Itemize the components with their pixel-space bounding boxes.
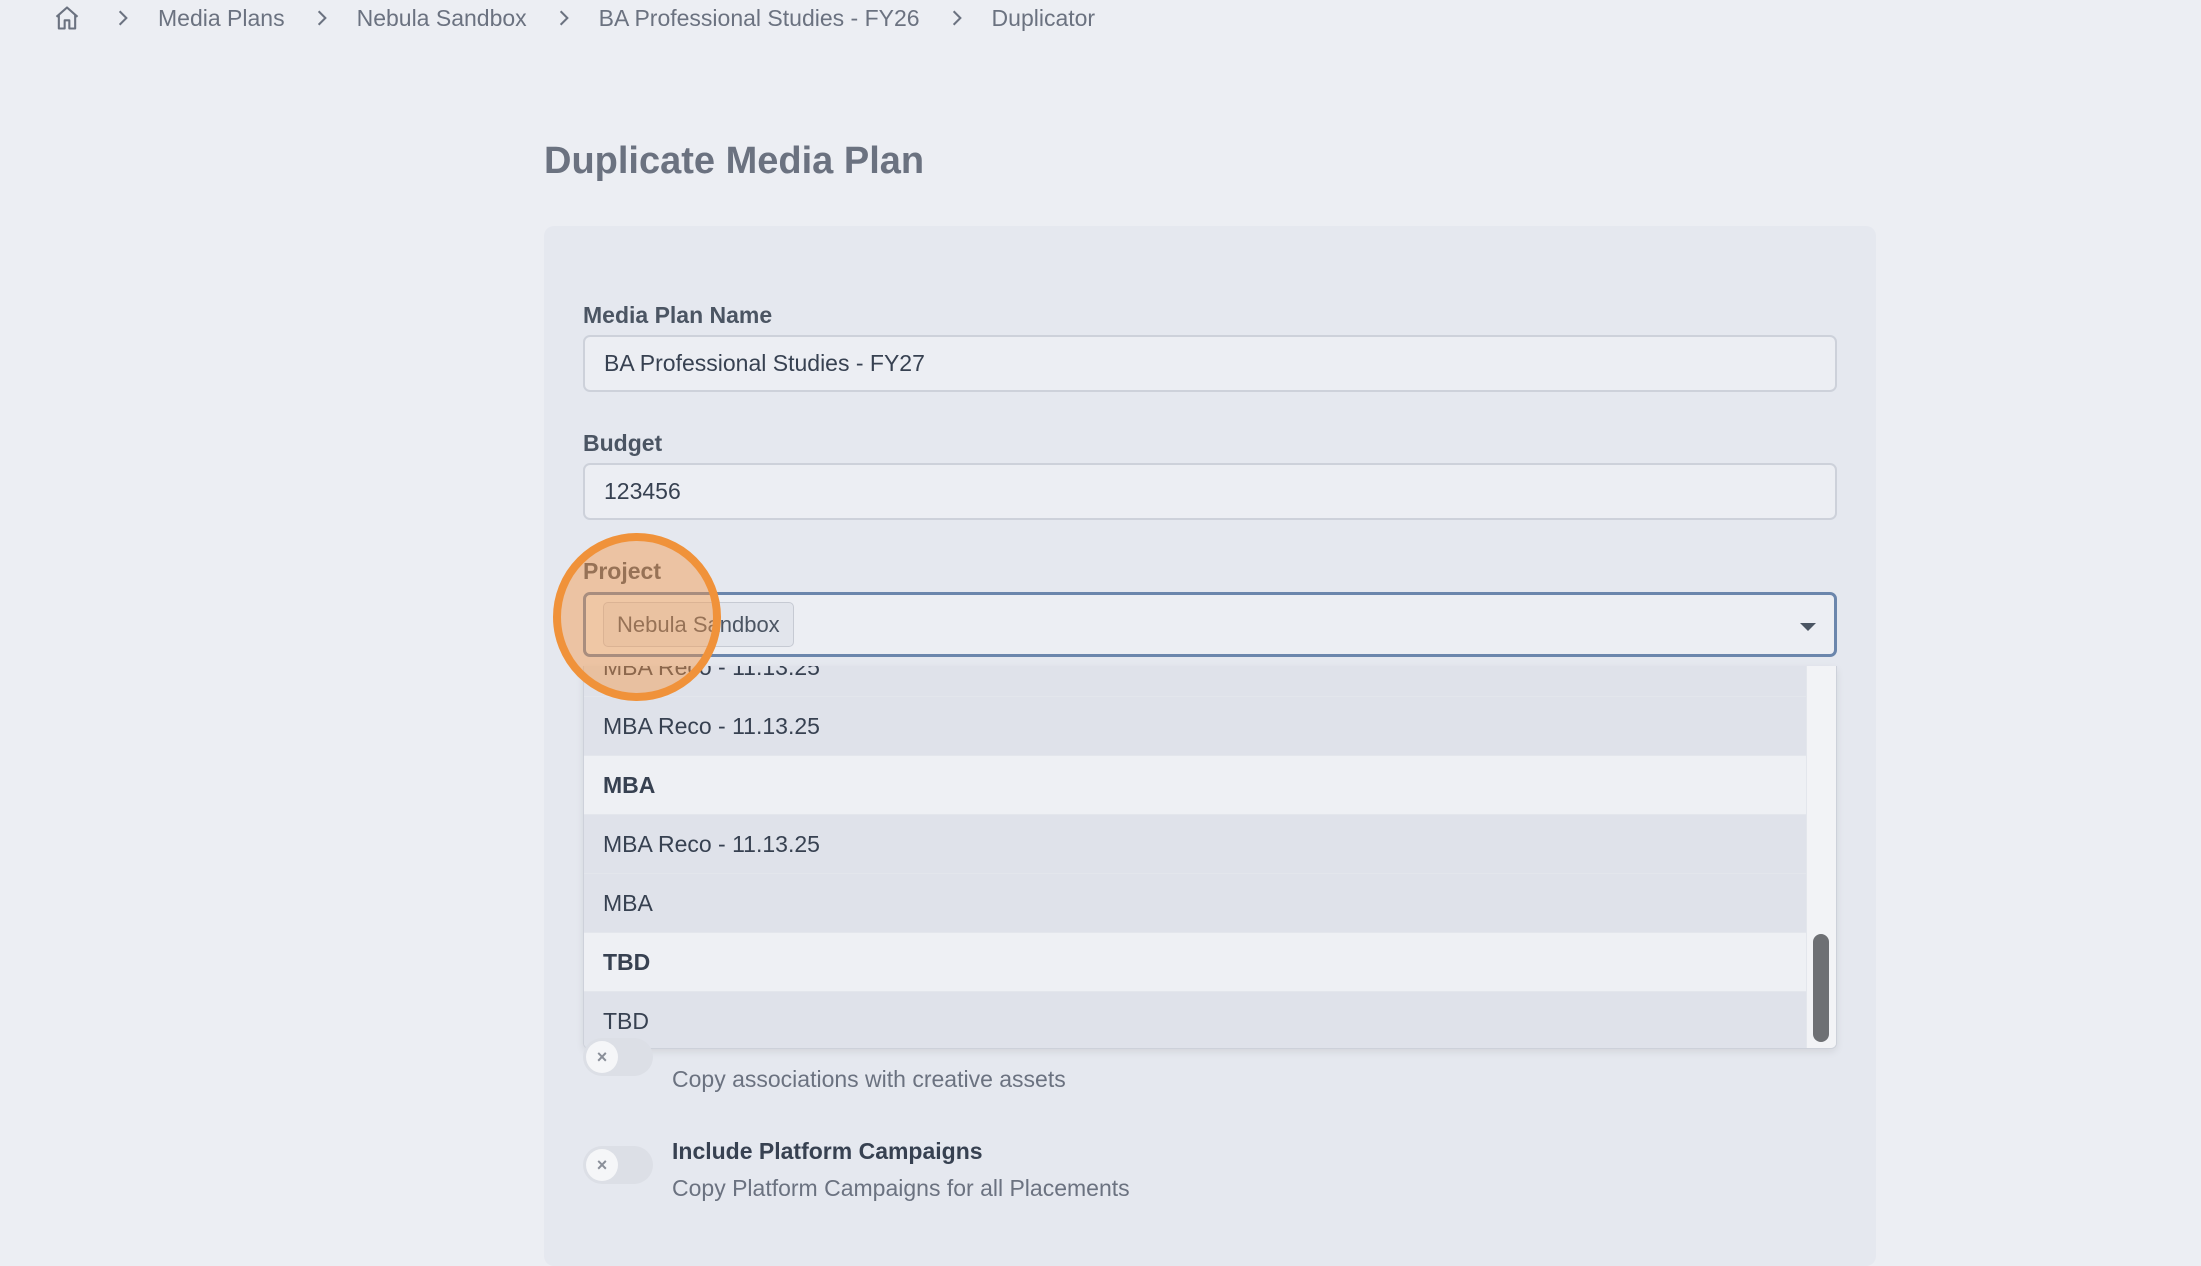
dropdown-list: MBA Reco - 11.13.25 MBA Reco - 11.13.25 … <box>584 666 1806 1048</box>
project-select[interactable]: Nebula Sandbox <box>583 592 1837 657</box>
page-title: Duplicate Media Plan <box>544 140 925 182</box>
dropdown-option[interactable]: TBD <box>584 992 1806 1048</box>
breadcrumb-media-plan[interactable]: BA Professional Studies - FY26 <box>599 5 920 32</box>
budget-value: 123456 <box>604 478 681 504</box>
project-selected-chip[interactable]: Nebula Sandbox <box>603 602 794 647</box>
budget-input[interactable]: 123456 <box>583 463 1837 520</box>
dropdown-option[interactable]: MBA Reco - 11.13.25 <box>584 815 1806 874</box>
breadcrumb-media-plans[interactable]: Media Plans <box>158 5 285 32</box>
dropdown-group-header: TBD <box>584 933 1806 992</box>
caret-down-icon[interactable] <box>1800 623 1816 631</box>
creative-assets-description: Copy associations with creative assets <box>672 1066 1066 1092</box>
home-icon[interactable] <box>52 3 82 33</box>
creative-assets-toggle[interactable]: × <box>583 1038 653 1076</box>
chevron-right-icon <box>557 8 577 28</box>
breadcrumb-project[interactable]: Nebula Sandbox <box>357 5 527 32</box>
platform-campaigns-title: Include Platform Campaigns <box>672 1138 983 1164</box>
platform-campaigns-description: Copy Platform Campaigns for all Placemen… <box>672 1175 1130 1201</box>
breadcrumb: Media Plans Nebula Sandbox BA Profession… <box>52 0 1095 36</box>
platform-campaigns-toggle[interactable]: × <box>583 1146 653 1184</box>
media-plan-name-label: Media Plan Name <box>583 302 773 328</box>
dropdown-option-partial[interactable]: MBA Reco - 11.13.25 <box>584 666 1806 697</box>
breadcrumb-current: Duplicator <box>991 4 1096 31</box>
project-label: Project <box>583 558 661 584</box>
x-icon: × <box>586 1041 618 1073</box>
media-plan-name-input[interactable]: BA Professional Studies - FY27 <box>583 335 1837 392</box>
dropdown-option[interactable]: MBA <box>584 874 1806 933</box>
dropdown-option[interactable]: MBA Reco - 11.13.25 <box>584 697 1806 756</box>
project-dropdown-menu[interactable]: MBA Reco - 11.13.25 MBA Reco - 11.13.25 … <box>583 666 1837 1049</box>
dropdown-scrollbar-thumb[interactable] <box>1813 934 1829 1042</box>
budget-label: Budget <box>583 430 663 456</box>
dropdown-group-header: MBA <box>584 756 1806 815</box>
chevron-right-icon <box>116 8 136 28</box>
media-plan-name-value: BA Professional Studies - FY27 <box>604 350 925 376</box>
chevron-right-icon <box>315 8 335 28</box>
chevron-right-icon <box>950 8 970 28</box>
x-icon: × <box>586 1149 618 1181</box>
